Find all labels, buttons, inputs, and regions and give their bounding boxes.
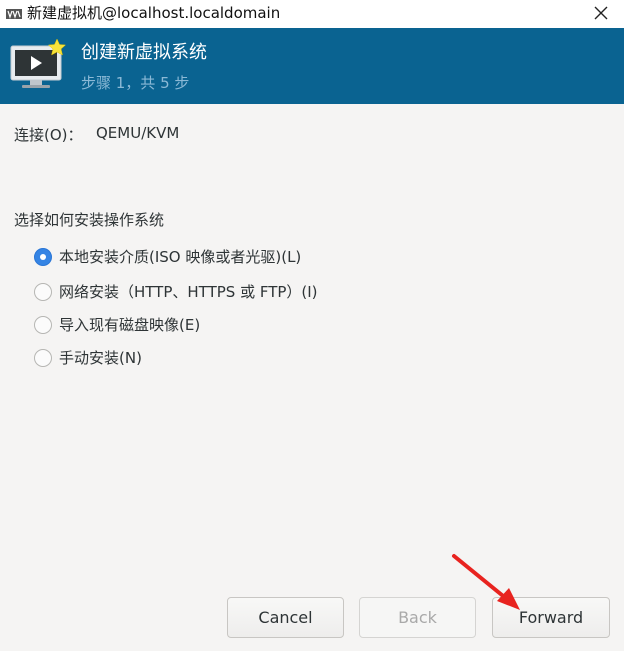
- window-titlebar: 新建虚拟机@localhost.localdomain: [0, 0, 624, 28]
- virt-manager-icon: [6, 9, 22, 19]
- radio-manual-install[interactable]: 手动安装(N): [34, 347, 142, 369]
- radio-local-media[interactable]: 本地安装介质(ISO 映像或者光驱)(L): [34, 246, 301, 268]
- radio-button[interactable]: [34, 283, 52, 301]
- radio-label: 网络安装（HTTP、HTTPS 或 FTP）(I): [59, 283, 318, 301]
- radio-network-install[interactable]: 网络安装（HTTP、HTTPS 或 FTP）(I): [34, 281, 318, 303]
- install-method-label: 选择如何安装操作系统: [14, 211, 165, 229]
- radio-button[interactable]: [34, 316, 52, 334]
- forward-button[interactable]: Forward: [492, 597, 610, 638]
- cancel-button[interactable]: Cancel: [227, 597, 344, 638]
- monitor-play-star-icon: [10, 38, 67, 88]
- connection-value: QEMU/KVM: [96, 124, 180, 142]
- wizard-banner: 创建新虚拟系统 步骤 1，共 5 步: [0, 28, 624, 104]
- radio-button[interactable]: [34, 349, 52, 367]
- step-indicator: 步骤 1，共 5 步: [81, 74, 190, 92]
- radio-import-disk[interactable]: 导入现有磁盘映像(E): [34, 314, 200, 336]
- close-icon: [594, 6, 608, 20]
- banner-title: 创建新虚拟系统: [81, 42, 207, 63]
- close-button[interactable]: [590, 2, 612, 24]
- radio-label: 手动安装(N): [59, 349, 142, 367]
- back-button: Back: [359, 597, 476, 638]
- connection-label: 连接(O)：: [14, 126, 83, 144]
- radio-button-checked[interactable]: [34, 248, 52, 266]
- radio-label: 导入现有磁盘映像(E): [59, 316, 201, 334]
- radio-label: 本地安装介质(ISO 映像或者光驱)(L): [59, 248, 302, 266]
- window-title: 新建虚拟机@localhost.localdomain: [27, 4, 281, 22]
